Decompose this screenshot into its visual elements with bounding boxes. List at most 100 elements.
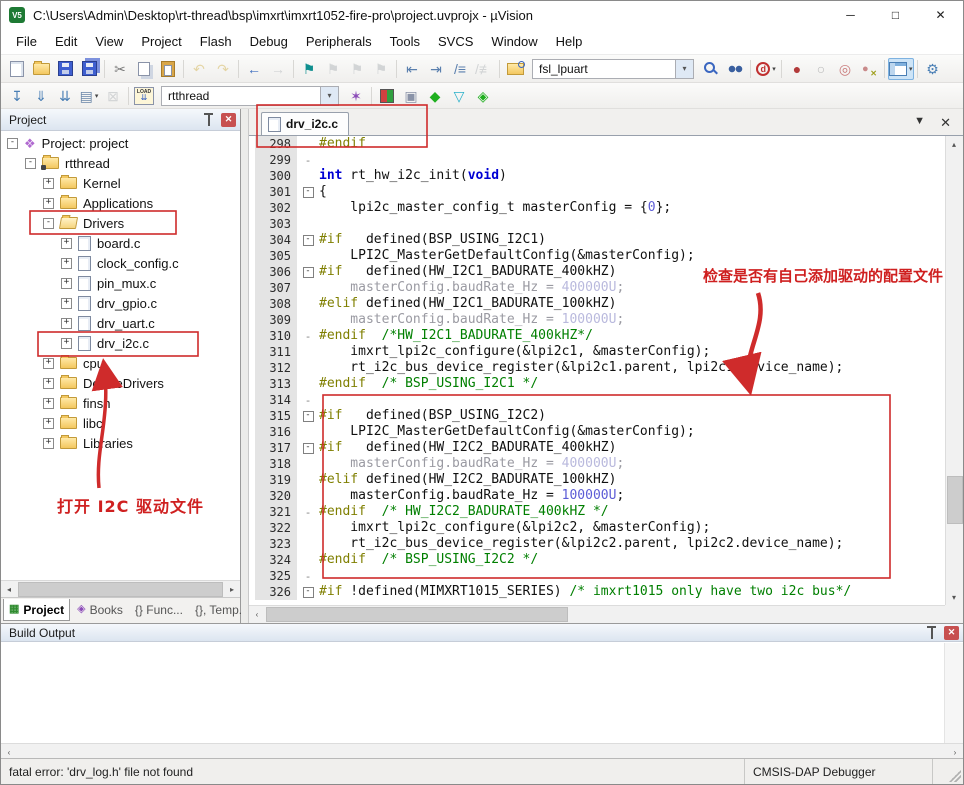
scrollbar-thumb[interactable] bbox=[266, 607, 568, 622]
menu-file[interactable]: File bbox=[7, 30, 46, 53]
menu-debug[interactable]: Debug bbox=[241, 30, 297, 53]
expand-toggle[interactable]: - bbox=[25, 158, 36, 169]
options-for-target-button[interactable]: ✶ bbox=[344, 85, 368, 107]
tab-list-dropdown-icon[interactable]: ▼ bbox=[914, 115, 925, 127]
code-text[interactable]: masterConfig.baudRate_Hz = 100000U; bbox=[319, 312, 624, 328]
download-button[interactable]: LOAD⇊ bbox=[132, 85, 156, 107]
tree-item-rtthread[interactable]: -rtthread bbox=[1, 153, 240, 173]
tree-item-finsh[interactable]: +finsh bbox=[1, 393, 240, 413]
expand-toggle[interactable]: + bbox=[61, 278, 72, 289]
workspace-tab-books[interactable]: ◈Books bbox=[72, 599, 128, 620]
code-text[interactable]: masterConfig.baudRate_Hz = 400000U; bbox=[319, 456, 624, 472]
code-text[interactable]: masterConfig.baudRate_Hz = 100000U; bbox=[319, 488, 624, 504]
menu-svcs[interactable]: SVCS bbox=[429, 30, 482, 53]
tree-item-devicedrivers[interactable]: +DeviceDrivers bbox=[1, 373, 240, 393]
resize-grip[interactable] bbox=[949, 770, 961, 782]
code-text[interactable]: #endif /* HW_I2C2_BADURATE_400kHZ */ bbox=[319, 504, 609, 520]
expand-toggle[interactable]: + bbox=[61, 318, 72, 329]
find-button[interactable] bbox=[699, 58, 723, 80]
project-windows-button[interactable]: ▾ bbox=[888, 58, 914, 80]
code-text[interactable]: #endif /* BSP_USING_I2C1 */ bbox=[319, 376, 538, 392]
menu-view[interactable]: View bbox=[86, 30, 132, 53]
find-options-button[interactable]: d▾ bbox=[754, 58, 778, 80]
target-combo[interactable]: rtthread▾ bbox=[161, 86, 339, 106]
code-text[interactable]: #elif defined(HW_I2C2_BADURATE_100kHZ) bbox=[319, 472, 616, 488]
menu-help[interactable]: Help bbox=[547, 30, 592, 53]
fold-toggle-icon[interactable]: - bbox=[303, 411, 314, 422]
scroll-left-icon[interactable]: ◂ bbox=[1, 582, 17, 597]
code-text[interactable]: #endif /* BSP_USING_I2C2 */ bbox=[319, 552, 538, 568]
paste-button[interactable] bbox=[156, 58, 180, 80]
code-text[interactable]: { bbox=[319, 184, 327, 200]
stop-build-button[interactable]: ⊠ bbox=[101, 85, 125, 107]
cut-button[interactable]: ✂ bbox=[108, 58, 132, 80]
code-text[interactable]: #endif /*HW_I2C1_BADURATE_400kHZ*/ bbox=[319, 328, 593, 344]
bookmark-toggle-button[interactable]: ⚑ bbox=[297, 58, 321, 80]
tree-item-cpu[interactable]: +cpu bbox=[1, 353, 240, 373]
expand-toggle[interactable]: + bbox=[43, 198, 54, 209]
workspace-tab-func[interactable]: {} Func... bbox=[130, 599, 188, 620]
maximize-button[interactable]: □ bbox=[873, 1, 918, 29]
enable-disable-breakpoint-button[interactable]: ○ bbox=[809, 58, 833, 80]
editor-close-icon[interactable]: ✕ bbox=[940, 115, 951, 131]
editor-hscrollbar[interactable]: ‹ bbox=[249, 605, 945, 623]
manage-run-time-environment-button[interactable]: ◆ bbox=[423, 85, 447, 107]
code-text[interactable]: LPI2C_MasterGetDefaultConfig(&masterConf… bbox=[319, 424, 695, 440]
workspace-tab-project[interactable]: ▦Project bbox=[3, 599, 70, 621]
pin-icon[interactable] bbox=[927, 626, 936, 639]
menu-flash[interactable]: Flash bbox=[191, 30, 241, 53]
menu-edit[interactable]: Edit bbox=[46, 30, 86, 53]
unindent-button[interactable]: ⇤ bbox=[400, 58, 424, 80]
find-options-dropdown-icon[interactable]: ▾ bbox=[772, 65, 776, 73]
tree-item-project-project[interactable]: -❖Project: project bbox=[1, 133, 240, 153]
expand-toggle[interactable]: + bbox=[61, 238, 72, 249]
scroll-down-icon[interactable]: ▾ bbox=[946, 589, 962, 605]
copy-button[interactable] bbox=[132, 58, 156, 80]
scroll-up-icon[interactable]: ▴ bbox=[946, 136, 962, 152]
code-text[interactable]: #if defined(HW_I2C2_BADURATE_400kHZ) bbox=[319, 440, 616, 456]
project-windows-dropdown-icon[interactable]: ▾ bbox=[909, 65, 913, 73]
panel-splitter[interactable] bbox=[241, 109, 249, 623]
undo-button[interactable]: ↶ bbox=[187, 58, 211, 80]
bookmark-clear-all-button[interactable]: ⚑ bbox=[369, 58, 393, 80]
scrollbar-thumb[interactable] bbox=[18, 582, 223, 597]
kill-all-breakpoints-button[interactable] bbox=[857, 58, 881, 80]
configuration-button[interactable]: ⚙ bbox=[921, 58, 945, 80]
bookmark-next-button[interactable]: ⚑ bbox=[345, 58, 369, 80]
indent-button[interactable]: ⇥ bbox=[424, 58, 448, 80]
code-text[interactable]: imxrt_lpi2c_configure(&lpi2c1, &masterCo… bbox=[319, 344, 710, 360]
search-combo[interactable]: fsl_lpuart▾ bbox=[532, 59, 694, 79]
tree-item-drv-uart-c[interactable]: +drv_uart.c bbox=[1, 313, 240, 333]
expand-toggle[interactable]: + bbox=[61, 338, 72, 349]
tree-item-clock-config-c[interactable]: +clock_config.c bbox=[1, 253, 240, 273]
incremental-find-button[interactable] bbox=[723, 58, 747, 80]
tree-item-libc[interactable]: +libc bbox=[1, 413, 240, 433]
select-software-packs-button[interactable]: ▽ bbox=[447, 85, 471, 107]
code-text[interactable]: #endif bbox=[319, 136, 366, 152]
manage-project-items-button[interactable] bbox=[375, 85, 399, 107]
batch-build-button[interactable]: ▤▾ bbox=[77, 85, 101, 107]
new-file-button[interactable] bbox=[5, 58, 29, 80]
batch-build-dropdown-icon[interactable]: ▾ bbox=[95, 92, 99, 100]
rebuild-all-button[interactable]: ⇊ bbox=[53, 85, 77, 107]
insert-remove-breakpoint-button[interactable]: ● bbox=[785, 58, 809, 80]
find-in-files-button[interactable] bbox=[503, 58, 527, 80]
editor-tab-drv-i2c[interactable]: drv_i2c.c bbox=[261, 112, 349, 135]
comment-selection-button[interactable]: /≡ bbox=[448, 58, 472, 80]
bookmark-previous-button[interactable]: ⚑ bbox=[321, 58, 345, 80]
code-text[interactable]: rt_i2c_bus_device_register(&lpi2c1.paren… bbox=[319, 360, 843, 376]
redo-button[interactable]: ↷ bbox=[211, 58, 235, 80]
tree-item-pin-mux-c[interactable]: +pin_mux.c bbox=[1, 273, 240, 293]
scroll-left-icon[interactable]: ‹ bbox=[249, 607, 265, 622]
minimize-button[interactable]: ─ bbox=[828, 1, 873, 29]
uncomment-selection-button[interactable]: /≢ bbox=[472, 58, 496, 80]
tree-item-drivers[interactable]: -Drivers bbox=[1, 213, 240, 233]
navigate-forward-button[interactable]: → bbox=[266, 58, 290, 80]
code-text[interactable]: lpi2c_master_config_t masterConfig = {0}… bbox=[319, 200, 671, 216]
tree-item-kernel[interactable]: +Kernel bbox=[1, 173, 240, 193]
code-text[interactable]: #if !defined(MIMXRT1015_SERIES) /* imxrt… bbox=[319, 584, 851, 600]
fold-toggle-icon[interactable]: - bbox=[303, 235, 314, 246]
fold-toggle-icon[interactable]: - bbox=[303, 587, 314, 598]
expand-toggle[interactable]: + bbox=[43, 178, 54, 189]
code-text[interactable]: #if defined(BSP_USING_I2C1) bbox=[319, 232, 546, 248]
